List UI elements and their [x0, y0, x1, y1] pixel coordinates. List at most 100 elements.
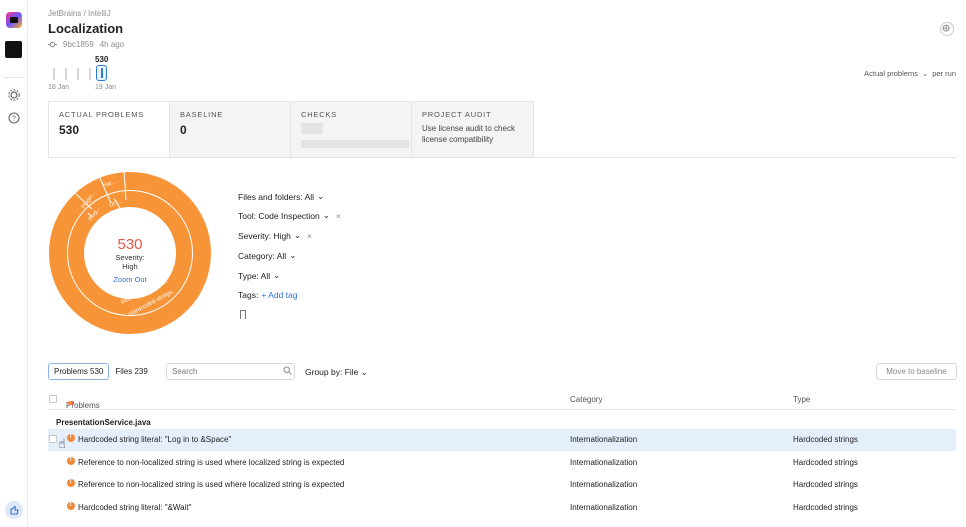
row-category: Internationalization	[570, 458, 638, 467]
total-problems-count: 530	[117, 236, 143, 253]
timeline-mode-dropdown[interactable]: Actual problems	[864, 69, 918, 78]
timeline-bar[interactable]	[65, 68, 67, 80]
metric-label: PROJECT AUDIT	[422, 110, 492, 119]
app-root: ? JetBrains / IntelliJ Localization 9bc1…	[0, 0, 966, 527]
rail-divider	[4, 77, 24, 78]
metric-description-line: Use license audit to check	[422, 124, 515, 133]
filter-severity[interactable]: Severity: High ⌄ ×	[238, 230, 312, 241]
filter-type[interactable]: Type: All ⌄	[238, 270, 280, 281]
row-type: Hardcoded strings	[793, 458, 858, 467]
metric-tabs: ACTUAL PROBLEMS 530 BASELINE 0 CHECKS PR…	[48, 101, 534, 158]
problems-files-tabs: Problems 530 Files 239	[48, 363, 154, 380]
filter-severity-label: Severity: High	[238, 230, 291, 241]
filter-category-label: Category: All	[238, 250, 287, 261]
table-row[interactable]: Reference to non-localized string is use…	[48, 474, 956, 496]
feedback-thumb-icon[interactable]	[5, 501, 23, 519]
metric-value: 0	[180, 123, 187, 137]
row-problem: Hardcoded string literal: "&Wait"	[78, 503, 192, 512]
timeline-bar[interactable]	[89, 68, 91, 80]
chevron-down-icon: ⌄	[317, 191, 325, 201]
project-avatar-icon[interactable]	[5, 41, 22, 58]
hand-cursor-icon: ☝	[58, 436, 66, 451]
timeline-selected-value: 530	[95, 55, 109, 64]
timeline-bar[interactable]	[77, 68, 79, 80]
row-type: Hardcoded strings	[793, 480, 858, 489]
chevron-down-icon: ⌄	[360, 367, 368, 377]
filter-category[interactable]: Category: All ⌄	[238, 250, 296, 261]
severity-high-icon	[67, 478, 75, 487]
column-category[interactable]: Category	[570, 395, 602, 404]
row-problem: Reference to non-localized string is use…	[78, 458, 345, 467]
loading-skeleton	[301, 123, 323, 134]
page-title: Localization	[48, 21, 124, 36]
metric-description: Use license audit to check license compa…	[422, 123, 523, 145]
row-category: Internationalization	[570, 435, 638, 444]
timeline-selected-bar[interactable]	[96, 65, 107, 81]
clear-filter-icon[interactable]: ×	[336, 211, 341, 221]
commit-icon	[48, 41, 57, 48]
zoom-out-link[interactable]: Zoom Out	[48, 275, 212, 284]
row-problem: Reference to non-localized string is use…	[78, 480, 345, 489]
table-header: Problems Category Type	[48, 389, 956, 410]
chevron-down-icon: ⌄	[273, 270, 281, 280]
breadcrumb[interactable]: JetBrains / IntelliJ	[48, 9, 111, 18]
severity-high-icon	[67, 501, 75, 510]
timeline-mode-suffix: per run	[932, 69, 956, 78]
globe-icon[interactable]	[940, 22, 954, 36]
tab-baseline[interactable]: BASELINE 0	[170, 101, 291, 158]
left-rail: ?	[0, 0, 28, 527]
tab-actual-problems[interactable]: ACTUAL PROBLEMS 530	[48, 101, 170, 158]
filter-files-label: Files and folders: All	[238, 191, 315, 202]
table-row[interactable]: Hardcoded string literal: "&Wait" Intern…	[48, 497, 956, 519]
metric-description-line: license compatibility	[422, 135, 494, 145]
group-by-dropdown[interactable]: Group by: File ⌄	[305, 367, 368, 378]
commit-hash[interactable]: 9bc1859	[63, 40, 94, 49]
filter-files[interactable]: Files and folders: All ⌄	[238, 191, 324, 202]
timeline-bar[interactable]	[53, 68, 55, 80]
metric-value: 530	[59, 123, 80, 137]
severity-caption: Severity:	[115, 253, 145, 262]
move-to-baseline-button[interactable]: Move to baseline	[876, 363, 957, 380]
column-type[interactable]: Type	[793, 395, 810, 404]
qodana-logo-icon[interactable]	[6, 12, 22, 28]
search-input[interactable]	[166, 363, 295, 380]
tab-problems[interactable]: Problems 530	[48, 363, 110, 380]
filter-tags: Tags: + Add tag	[238, 290, 298, 300]
help-icon[interactable]: ?	[7, 111, 21, 125]
filter-tool-label: Tool: Code Inspection	[238, 210, 320, 221]
row-checkbox[interactable]	[49, 435, 57, 443]
row-problem: Hardcoded string literal: "Log in to &Sp…	[78, 435, 232, 444]
loading-skeleton	[301, 140, 409, 148]
gear-icon[interactable]	[7, 88, 21, 102]
filter-tags-label: Tags:	[238, 290, 259, 300]
svg-text:?: ?	[12, 116, 16, 123]
search-icon	[283, 366, 292, 375]
clear-filter-icon[interactable]: ×	[307, 231, 312, 241]
group-by-label: Group by: File	[305, 367, 359, 377]
row-category: Internationalization	[570, 480, 638, 489]
row-type: Hardcoded strings	[793, 503, 858, 512]
commit-meta: 9bc1859 4h ago	[48, 40, 124, 49]
tab-project-audit[interactable]: PROJECT AUDIT Use license audit to check…	[412, 101, 534, 158]
tab-files[interactable]: Files 239	[109, 363, 153, 380]
donut-center: 530 Severity: High Zoom Out	[48, 236, 212, 284]
metrics-divider	[48, 157, 956, 158]
table-row[interactable]: Hardcoded string literal: "Log in to &Sp…	[48, 429, 956, 451]
severity-high-icon	[67, 433, 75, 442]
filter-type-label: Type: All	[238, 270, 271, 281]
severity-dot-icon	[68, 401, 72, 405]
row-type: Hardcoded strings	[793, 435, 858, 444]
commit-time: 4h ago	[99, 40, 125, 49]
timeline-end-date: 19 Jan	[95, 84, 117, 91]
chevron-down-icon: ⌄	[322, 210, 330, 220]
severity-high-icon	[67, 456, 75, 465]
add-tag-link[interactable]: + Add tag	[261, 290, 297, 300]
table-row[interactable]: Reference to non-localized string is use…	[48, 452, 956, 474]
tab-checks[interactable]: CHECKS	[291, 101, 412, 158]
select-all-checkbox[interactable]	[49, 395, 57, 403]
chevron-down-icon: ⌄	[921, 69, 929, 78]
row-category: Internationalization	[570, 503, 638, 512]
file-group-title[interactable]: PresentationService.java	[56, 418, 151, 427]
filter-tool[interactable]: Tool: Code Inspection ⌄ ×	[238, 210, 341, 221]
bookmark-icon[interactable]	[240, 310, 246, 319]
